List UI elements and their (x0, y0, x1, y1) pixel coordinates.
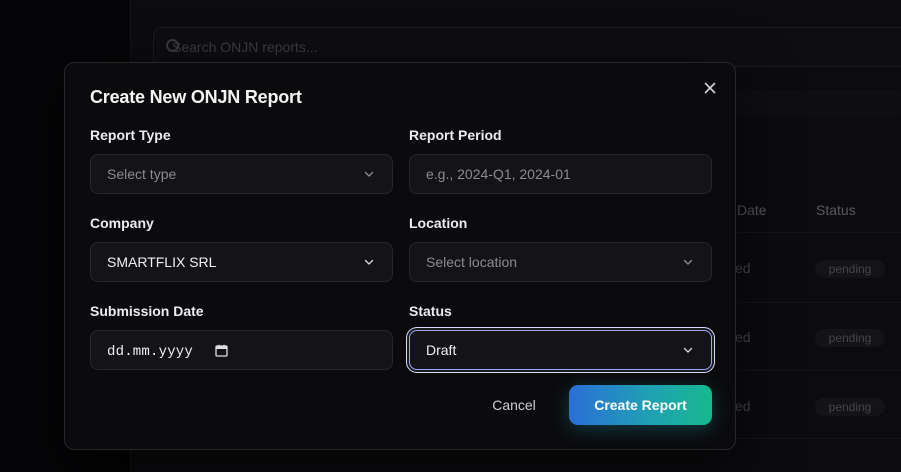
status-select[interactable]: Draft (409, 330, 712, 370)
cancel-button[interactable]: Cancel (475, 385, 553, 425)
company-value: SMARTFLIX SRL (107, 254, 217, 270)
status-badge: pending (815, 398, 885, 416)
background-filter-bar (735, 90, 901, 116)
submission-date-value: dd.mm.yyyy (107, 344, 194, 360)
divider (735, 232, 901, 233)
close-icon (704, 82, 716, 94)
background-search-placeholder: Search ONJN reports... (172, 39, 318, 55)
location-select[interactable]: Select location (409, 242, 712, 282)
company-select[interactable]: SMARTFLIX SRL (90, 242, 393, 282)
background-row-date: ed (735, 398, 751, 414)
divider (735, 370, 901, 371)
create-report-dialog: Create New ONJN Report Report Type Selec… (64, 62, 736, 450)
status-value: Draft (426, 342, 457, 358)
background-row-date: ed (735, 329, 751, 345)
background-row-date: ed (735, 260, 751, 276)
submission-date-label: Submission Date (90, 303, 204, 319)
chevron-down-icon (682, 256, 694, 268)
divider (735, 438, 901, 439)
report-type-select[interactable]: Select type (90, 154, 393, 194)
report-type-placeholder: Select type (107, 166, 177, 182)
status-badge: pending (815, 329, 885, 347)
background-header-date: Date (737, 202, 767, 218)
report-period-label: Report Period (409, 127, 502, 143)
status-badge: pending (815, 260, 885, 278)
report-period-placeholder: e.g., 2024-Q1, 2024-01 (426, 166, 571, 182)
company-label: Company (90, 215, 154, 231)
chevron-down-icon (682, 344, 694, 356)
report-period-input[interactable]: e.g., 2024-Q1, 2024-01 (409, 154, 712, 194)
location-placeholder: Select location (426, 254, 518, 270)
status-label: Status (409, 303, 452, 319)
background-header-status: Status (816, 202, 856, 218)
report-type-label: Report Type (90, 127, 171, 143)
dialog-title: Create New ONJN Report (90, 87, 302, 107)
create-report-button[interactable]: Create Report (569, 385, 712, 425)
chevron-down-icon (363, 256, 375, 268)
divider (735, 302, 901, 303)
close-button[interactable] (701, 79, 719, 97)
submission-date-input[interactable]: dd.mm.yyyy (90, 330, 393, 370)
calendar-icon[interactable] (215, 344, 228, 357)
chevron-down-icon (363, 168, 375, 180)
location-label: Location (409, 215, 468, 231)
